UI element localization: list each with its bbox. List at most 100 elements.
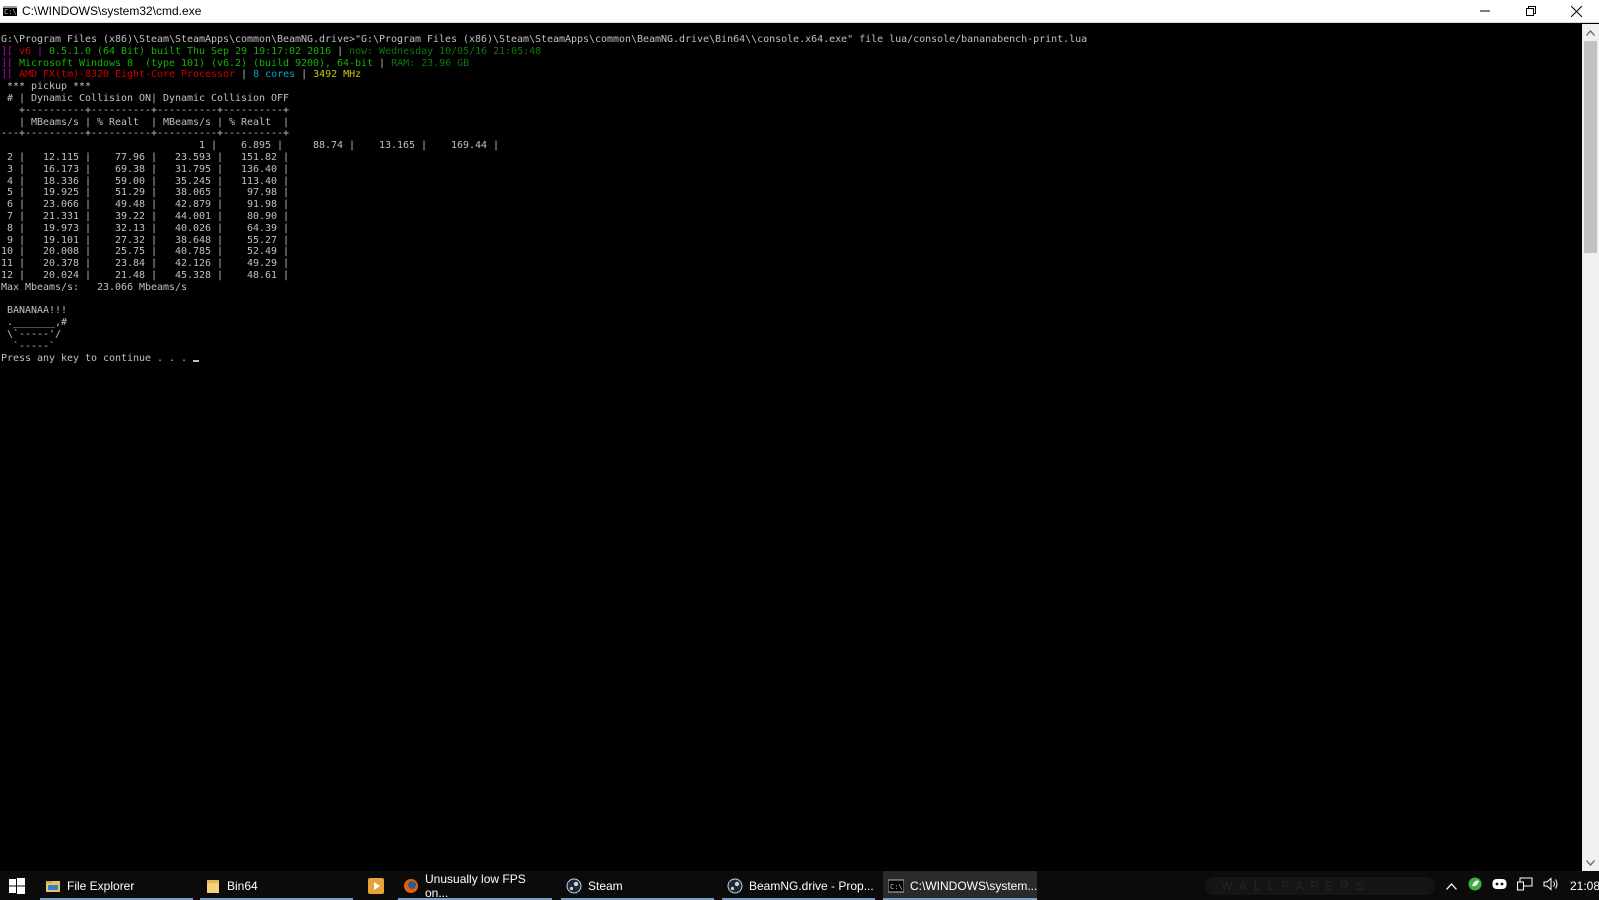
- console-line: ---+----------+----------+----------+---…: [1, 128, 289, 139]
- console-line: 2 | 12.115 | 77.96 | 23.593 | 151.82 |: [1, 152, 289, 163]
- console-segment: Max Mbeams/s: 23.066 Mbeams/s: [1, 281, 188, 293]
- firefox-icon: [403, 878, 419, 894]
- taskbar-item-label: C:\WINDOWS\system...: [910, 878, 1038, 893]
- console-line: BANANAA!!!: [1, 305, 67, 316]
- console-segment: RAM: 23.96 GB: [391, 57, 470, 69]
- console-segment: ][: [1, 69, 20, 81]
- console-segment: 1 | 6.895 | 88.74 | 13.165 | 169.44 |: [1, 140, 500, 152]
- console-line: ][ AMD FX(tm)-8320 Eight-Core Processor …: [1, 69, 361, 80]
- console-segment: 5 | 19.925 | 51.29 | 38.065 | 97.98 |: [1, 187, 290, 199]
- console-line: 7 | 21.331 | 39.22 | 44.001 | 80.90 |: [1, 211, 289, 222]
- console-line: 10 | 20.008 | 25.75 | 40.785 | 52.49 |: [1, 246, 289, 257]
- console-line: 8 | 19.973 | 32.13 | 40.026 | 64.39 |: [1, 223, 289, 234]
- console-segment: 8 | 19.973 | 32.13 | 40.026 | 64.39 |: [1, 222, 290, 234]
- console-segment: v6: [19, 45, 32, 57]
- taskbar-item-beamng-properties[interactable]: BeamNG.drive - Prop...: [722, 871, 875, 900]
- console-segment: AMD FX(tm)-8320 Eight-Core Processor: [19, 69, 236, 81]
- console-segment: | MBeams/s | % Realt | MBeams/s | % Real…: [1, 116, 290, 128]
- window-title: C:\WINDOWS\system32\cmd.exe: [22, 4, 202, 18]
- close-button[interactable]: [1553, 0, 1599, 22]
- console-segment: 10 | 20.008 | 25.75 | 40.785 | 52.49 |: [1, 246, 290, 258]
- console-segment: 8 cores: [253, 69, 296, 81]
- console-line: 4 | 18.336 | 59.00 | 35.245 | 113.40 |: [1, 176, 289, 187]
- taskbar-item-media-player[interactable]: [361, 871, 391, 900]
- discord-icon: [1492, 879, 1507, 889]
- console-segment: Press any key to continue . . .: [1, 352, 194, 364]
- console-text: G:\Program Files (x86)\Steam\SteamApps\c…: [1, 34, 1087, 364]
- taskbar-item-label: Unusually low FPS on...: [425, 871, 526, 900]
- vertical-scrollbar[interactable]: [1582, 24, 1599, 871]
- console-segment: 2 | 12.115 | 77.96 | 23.593 | 151.82 |: [1, 151, 290, 163]
- scroll-up-button[interactable]: [1582, 24, 1599, 41]
- taskbar-item-cmd[interactable]: C:\ C:\WINDOWS\system...: [883, 871, 1037, 900]
- console-segment: 4 | 18.336 | 59.00 | 35.245 | 113.40 |: [1, 175, 290, 187]
- console-line: \`-----'/: [1, 329, 61, 340]
- taskbar-item-label: Steam: [588, 878, 623, 893]
- folder-icon: [205, 878, 221, 894]
- discord-tray-button[interactable]: [1492, 878, 1507, 893]
- show-hidden-icons-button[interactable]: [1446, 879, 1457, 893]
- cmd-icon: C:\: [887, 878, 905, 894]
- console-line: Press any key to continue . . .: [1, 352, 200, 364]
- console-segment: 9 | 19.101 | 27.32 | 38.648 | 55.27 |: [1, 234, 290, 246]
- console-segment: 11 | 20.378 | 23.84 | 42.126 | 49.29 |: [1, 258, 290, 270]
- taskbar-item-label: File Explorer: [67, 878, 135, 893]
- scroll-down-button[interactable]: [1582, 854, 1599, 871]
- console-segment: +----------+----------+----------+------…: [1, 104, 290, 116]
- minimize-button[interactable]: [1462, 0, 1508, 22]
- media-player-icon: [368, 877, 384, 894]
- console-line: 12 | 20.024 | 21.48 | 45.328 | 48.61 |: [1, 270, 289, 281]
- console-line: ][ v6 | 0.5.1.0 (64 Bit) built Thu Sep 2…: [1, 46, 541, 57]
- taskbar-item-label: Bin64: [227, 878, 258, 893]
- console-line: 3 | 16.173 | 69.38 | 31.795 | 136.40 |: [1, 164, 289, 175]
- tray-app-icon[interactable]: [1468, 877, 1482, 894]
- console-line: # | Dynamic Collision ON| Dynamic Collis…: [1, 93, 289, 104]
- console-output[interactable]: G:\Program Files (x86)\Steam\SteamApps\c…: [0, 24, 1582, 871]
- console-segment: Microsoft Windows 8 (type 101) (v6.2) (b…: [19, 57, 374, 69]
- console-line: ][ Microsoft Windows 8 (type 101) (v6.2)…: [1, 58, 469, 69]
- chevron-up-icon: [1446, 882, 1457, 890]
- console-segment: 7 | 21.331 | 39.22 | 44.001 | 80.90 |: [1, 210, 290, 222]
- taskbar-item-bin64[interactable]: Bin64: [200, 871, 353, 900]
- console-line: 5 | 19.925 | 51.29 | 38.065 | 97.98 |: [1, 187, 289, 198]
- console-segment: \`-----'/: [1, 328, 62, 340]
- restore-icon: [1526, 6, 1536, 16]
- console-line: | MBeams/s | % Realt | MBeams/s | % Real…: [1, 117, 289, 128]
- file-explorer-icon: [45, 878, 61, 894]
- restore-button[interactable]: [1508, 0, 1554, 22]
- console-segment: |: [31, 45, 50, 57]
- taskbar-item-steam[interactable]: Steam: [561, 871, 714, 900]
- clock[interactable]: 21:08: [1570, 879, 1599, 893]
- console-segment: BANANAA!!!: [1, 305, 68, 317]
- text-cursor: [193, 359, 200, 362]
- title-bar[interactable]: C:\ C:\WINDOWS\system32\cmd.exe: [0, 0, 1599, 23]
- wallpaper-watermark: WALLPAPERS: [1205, 877, 1435, 895]
- cmd-icon-label: C:\: [4, 8, 17, 16]
- console-segment: 3 | 16.173 | 69.38 | 31.795 | 136.40 |: [1, 163, 290, 175]
- steam-icon: [566, 878, 582, 894]
- console-segment: |: [295, 69, 314, 81]
- cmd-app-icon[interactable]: C:\: [3, 6, 17, 16]
- windows-logo-icon: [9, 877, 25, 894]
- console-segment: ._______,#: [1, 317, 68, 329]
- console-line: `-----`: [1, 341, 55, 352]
- scrollbar-thumb[interactable]: [1584, 41, 1597, 253]
- console-segment: # | Dynamic Collision ON| Dynamic Collis…: [1, 92, 290, 104]
- system-tray: 21:08: [1440, 871, 1599, 900]
- volume-tray-button[interactable]: [1543, 877, 1559, 894]
- taskbar-item-firefox[interactable]: Unusually low FPS on...: [398, 871, 552, 900]
- console-line: 1 | 6.895 | 88.74 | 13.165 | 169.44 |: [1, 140, 499, 151]
- start-button[interactable]: [0, 871, 34, 900]
- volume-icon: [1543, 877, 1558, 891]
- console-line: 11 | 20.378 | 23.84 | 42.126 | 49.29 |: [1, 258, 289, 269]
- console-segment: 0.5.1.0 (64 Bit) built Thu Sep 29 19:17:…: [49, 45, 332, 57]
- console-segment: ][: [1, 45, 20, 57]
- console-line: ._______,#: [1, 317, 67, 328]
- chevron-down-icon: [1586, 859, 1595, 866]
- svg-text:C:\: C:\: [890, 883, 903, 891]
- console-line: Max Mbeams/s: 23.066 Mbeams/s: [1, 282, 187, 293]
- network-tray-button[interactable]: [1517, 877, 1533, 894]
- taskbar-item-file-explorer[interactable]: File Explorer: [40, 871, 193, 900]
- console-segment: *** pickup ***: [1, 81, 92, 93]
- console-segment: |: [235, 69, 254, 81]
